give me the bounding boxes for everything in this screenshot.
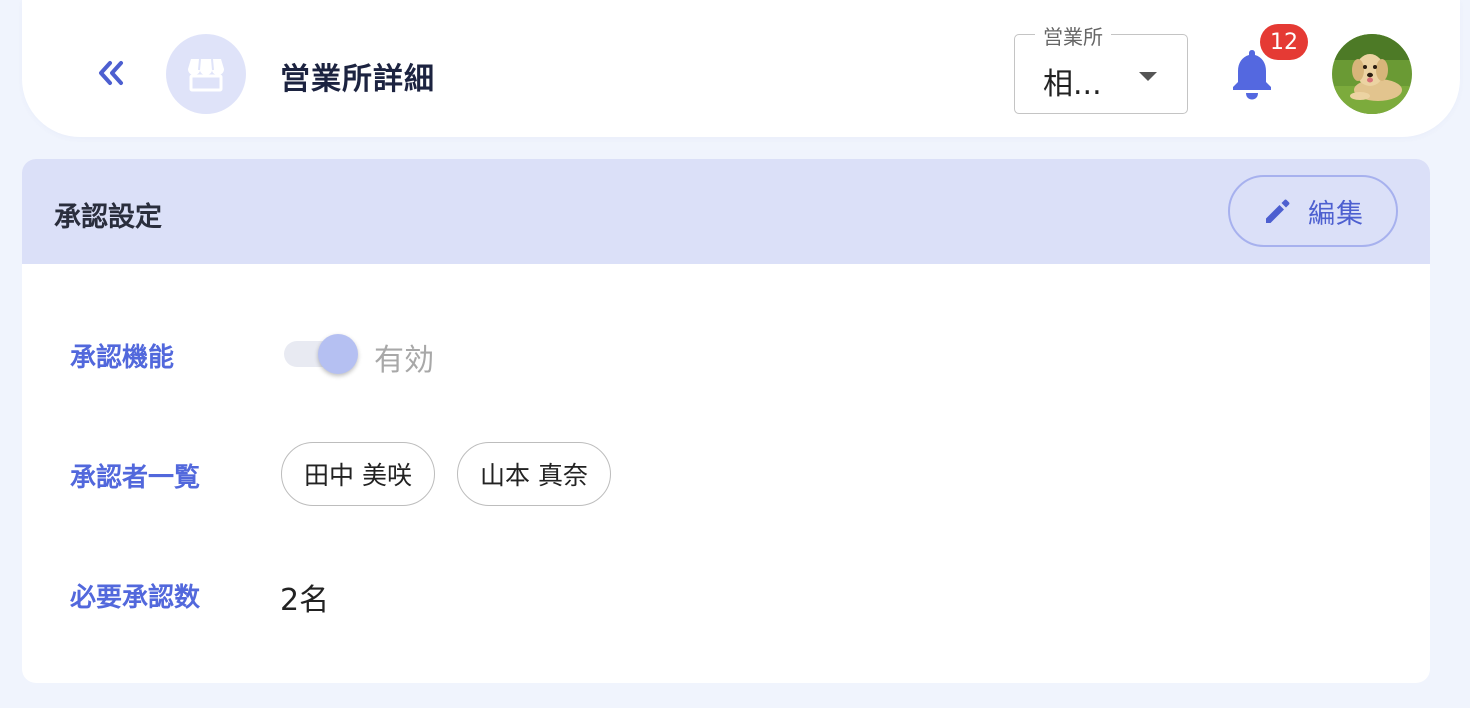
dog-photo-icon bbox=[1332, 34, 1412, 114]
back-button[interactable] bbox=[92, 52, 130, 94]
office-select-label: 営業所 bbox=[1035, 21, 1111, 50]
store-avatar bbox=[166, 34, 246, 114]
toggle-knob bbox=[318, 334, 358, 374]
pencil-icon bbox=[1266, 199, 1290, 223]
app-header: 営業所詳細 営業所 相... 12 bbox=[22, 0, 1460, 137]
user-avatar[interactable] bbox=[1332, 34, 1412, 114]
edit-button[interactable]: 編集 bbox=[1228, 175, 1398, 247]
approver-chip: 田中 美咲 bbox=[281, 442, 435, 506]
card-title: 承認設定 bbox=[54, 202, 162, 233]
office-select-value: 相... bbox=[1043, 67, 1102, 102]
office-select[interactable]: 営業所 相... bbox=[1014, 21, 1188, 114]
caret-down-icon bbox=[1139, 72, 1157, 81]
card-header: 承認設定 編集 bbox=[22, 159, 1430, 264]
approval-function-toggle[interactable] bbox=[284, 331, 360, 377]
approval-settings-card: 承認設定 編集 承認機能 有効 承認者一覧 田中 美咲 山本 真奈 必要承認数 … bbox=[22, 159, 1430, 683]
edit-button-label: 編集 bbox=[1308, 198, 1364, 230]
approver-chip: 山本 真奈 bbox=[457, 442, 611, 506]
page-title: 営業所詳細 bbox=[280, 62, 435, 97]
double-chevron-left-icon bbox=[99, 61, 123, 85]
approval-function-label: 承認機能 bbox=[70, 343, 175, 373]
approval-function-status: 有効 bbox=[374, 343, 434, 378]
required-count-value: 2名 bbox=[280, 583, 330, 618]
storefront-icon bbox=[188, 58, 224, 92]
notification-badge: 12 bbox=[1260, 24, 1308, 60]
required-count-label: 必要承認数 bbox=[70, 583, 201, 613]
approvers-label: 承認者一覧 bbox=[70, 463, 201, 493]
